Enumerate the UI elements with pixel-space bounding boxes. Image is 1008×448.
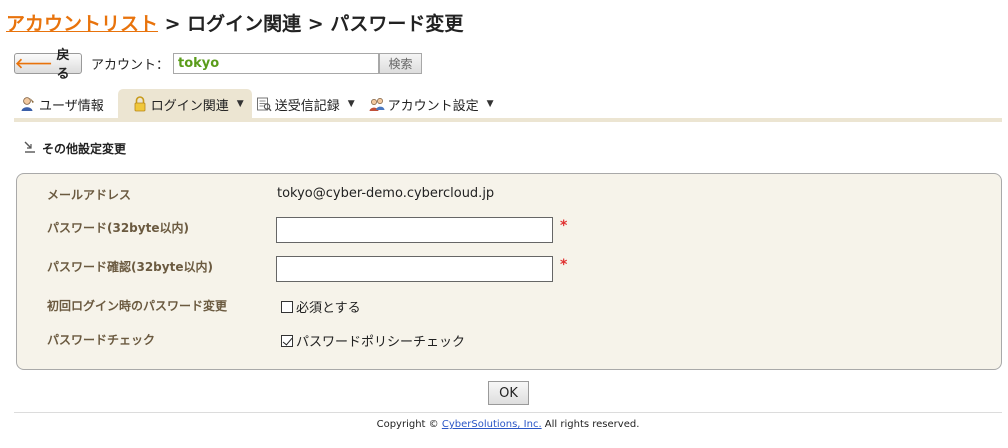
- account-input[interactable]: tokyo: [173, 52, 380, 74]
- back-button[interactable]: 🡐 戻る: [14, 48, 82, 82]
- back-button-label: 戻る: [56, 48, 70, 82]
- required-mark: *: [560, 257, 568, 273]
- user-icon: [20, 96, 36, 112]
- tab-login[interactable]: ログイン関連 ▼: [117, 89, 252, 119]
- account-label: アカウント：: [91, 57, 170, 73]
- first-login-checkbox[interactable]: [281, 301, 293, 313]
- users-icon: [369, 96, 385, 112]
- breadcrumb-separator: >: [158, 13, 188, 35]
- tab-send-receive-log-label: 送受信記録: [274, 98, 340, 114]
- caret-down-icon: ▼: [347, 99, 355, 109]
- tab-bar: ユーザ情報 ログイン関連 ▼ 送受信記録 ▼ アカウント設定 ▼: [20, 89, 508, 119]
- breadcrumb-login: ログイン関連: [187, 13, 302, 35]
- caret-down-icon: ▼: [486, 99, 494, 109]
- tab-send-receive-log[interactable]: 送受信記録 ▼: [256, 89, 365, 119]
- footer-divider: [14, 412, 1002, 413]
- account-toolbar: 🡐 戻る アカウント： tokyo 検索: [14, 48, 423, 82]
- required-mark: *: [560, 218, 568, 234]
- password-input[interactable]: [276, 217, 553, 243]
- tab-user-info-label: ユーザ情報: [39, 98, 104, 114]
- arrow-left-icon: 🡐: [15, 55, 53, 72]
- password-confirm-label: パスワード確認(32byte以内): [47, 260, 213, 274]
- section-title: その他設定変更: [42, 142, 127, 156]
- password-confirm-input[interactable]: [276, 256, 553, 282]
- settings-arrow-icon: [24, 141, 36, 156]
- tab-login-label: ログイン関連: [150, 98, 229, 114]
- footer-copyright-prefix: Copyright ©: [376, 419, 442, 430]
- first-login-label: 初回ログイン時のパスワード変更: [47, 299, 228, 313]
- password-check-option-label: パスワードポリシーチェック: [296, 335, 466, 350]
- breadcrumb: アカウントリスト > ログイン関連 > パスワード変更: [6, 9, 463, 36]
- password-check-label: パスワードチェック: [47, 333, 156, 347]
- settings-form-panel: メールアドレス tokyo@cyber-demo.cybercloud.jp パ…: [16, 173, 1002, 370]
- tab-account-settings-label: アカウント設定: [387, 98, 479, 114]
- breadcrumb-separator: >: [301, 13, 331, 35]
- page-title: パスワード変更: [330, 13, 464, 35]
- lock-icon: [132, 96, 148, 112]
- password-check-checkbox[interactable]: [281, 335, 293, 347]
- section-header: その他設定変更: [24, 140, 126, 157]
- ok-button[interactable]: OK: [488, 381, 529, 405]
- password-check-option[interactable]: パスワードポリシーチェック: [281, 331, 465, 350]
- footer-rights: All rights reserved.: [541, 419, 640, 430]
- password-label: パスワード(32byte以内): [47, 221, 189, 235]
- email-value: tokyo@cyber-demo.cybercloud.jp: [277, 186, 495, 201]
- tab-user-info[interactable]: ユーザ情報: [20, 89, 114, 119]
- search-button[interactable]: 検索: [379, 52, 423, 74]
- footer-company-link[interactable]: CyberSolutions, Inc.: [442, 419, 542, 430]
- first-login-option[interactable]: 必須とする: [281, 297, 361, 316]
- caret-down-icon: ▼: [236, 99, 244, 109]
- footer: Copyright © CyberSolutions, Inc. All rig…: [0, 419, 1008, 430]
- tab-underline: [14, 118, 1002, 122]
- log-icon: [256, 96, 272, 112]
- breadcrumb-account-list-link[interactable]: アカウントリスト: [6, 13, 158, 35]
- first-login-option-label: 必須とする: [296, 301, 361, 316]
- email-label: メールアドレス: [47, 188, 132, 202]
- tab-account-settings[interactable]: アカウント設定 ▼: [369, 89, 504, 119]
